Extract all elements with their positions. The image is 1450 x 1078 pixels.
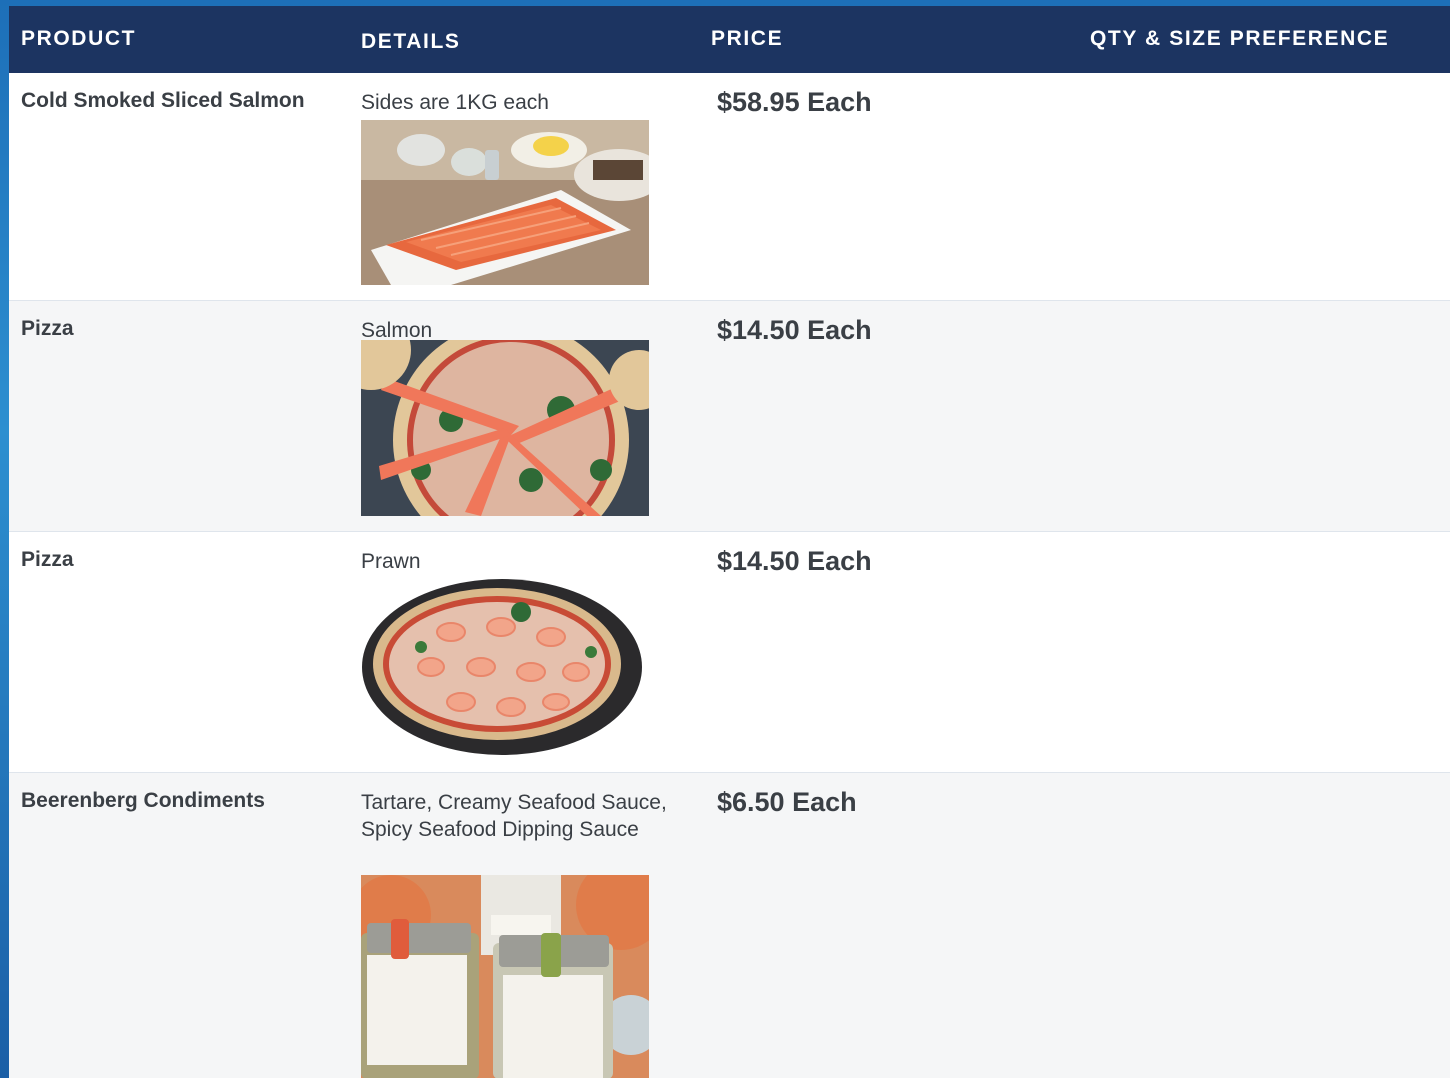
beerenberg-sauces-image <box>361 875 649 1078</box>
prawn-pizza-image <box>361 572 643 757</box>
product-price: $14.50 Each <box>717 546 872 576</box>
salmon-pizza-image <box>361 340 649 516</box>
product-price: $14.50 Each <box>717 315 872 345</box>
header-details: DETAILS <box>361 30 461 53</box>
table-row: Beerenberg Condiments Tartare, Creamy Se… <box>9 772 1450 1078</box>
product-name: Beerenberg Condiments <box>21 789 265 812</box>
smoked-salmon-image <box>361 120 649 285</box>
product-details: Prawn <box>361 550 421 573</box>
table-header: PRODUCT DETAILS PRICE QTY & SIZE PREFERE… <box>9 6 1450 73</box>
table-row: Cold Smoked Sliced Salmon Sides are 1KG … <box>9 73 1450 300</box>
product-table: PRODUCT DETAILS PRICE QTY & SIZE PREFERE… <box>9 6 1450 1078</box>
header-price: PRICE <box>711 27 784 50</box>
product-name: Cold Smoked Sliced Salmon <box>21 89 305 112</box>
product-details: Sides are 1KG each <box>361 91 549 114</box>
header-product: PRODUCT <box>21 27 137 50</box>
product-price: $58.95 Each <box>717 87 872 117</box>
product-price: $6.50 Each <box>717 787 857 817</box>
product-name: Pizza <box>21 548 74 571</box>
table-row: Pizza Prawn $14.50 Each <box>9 531 1450 772</box>
product-details: Tartare, Creamy Seafood Sauce, Spicy Sea… <box>361 791 667 841</box>
header-qty-size: QTY & SIZE PREFERENCE <box>1090 27 1390 50</box>
table-row: Pizza Salmon $14.50 Each <box>9 300 1450 531</box>
product-name: Pizza <box>21 317 74 340</box>
